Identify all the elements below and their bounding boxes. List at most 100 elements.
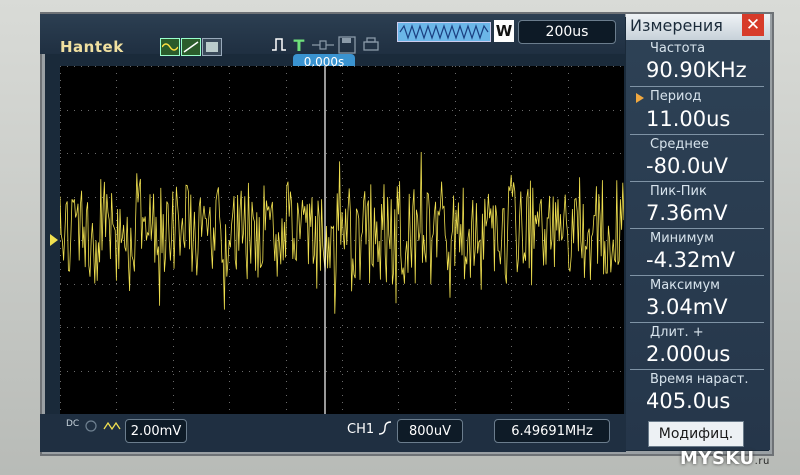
grid-dot (564, 153, 565, 154)
grid-dot (613, 197, 614, 198)
grid-dot (173, 346, 174, 347)
grid-dot (511, 318, 512, 319)
grid-dot (172, 284, 173, 285)
grid-dot (571, 371, 572, 372)
grid-dot (403, 197, 404, 198)
grid-dot (452, 110, 453, 111)
waveform-plot[interactable] (59, 66, 625, 415)
grid-dot (286, 367, 287, 368)
grid-dot (342, 304, 343, 305)
modify-button[interactable]: Модифиц. (648, 421, 744, 447)
grid-dot (455, 87, 456, 88)
record-overview-strip[interactable] (397, 22, 491, 42)
grid-dot (326, 153, 327, 154)
trigger-t-icon[interactable]: T (292, 36, 306, 55)
grid-dot (286, 73, 287, 74)
grid-dot (270, 66, 271, 67)
grid-dot (270, 284, 271, 285)
math-icon[interactable] (202, 38, 222, 56)
grid-dot (568, 304, 569, 305)
grid-dot (291, 284, 292, 285)
grid-dot (88, 197, 89, 198)
save-icon[interactable] (336, 34, 358, 56)
grid-dot (568, 367, 569, 368)
grid-dot (229, 262, 230, 263)
ch1-level-marker[interactable] (50, 234, 58, 246)
grid-dot (550, 371, 551, 372)
grid-dot (263, 66, 264, 67)
grid-dot (568, 220, 569, 221)
grid-dot (511, 381, 512, 382)
grid-dot (214, 327, 215, 328)
rising-edge-icon[interactable] (378, 420, 392, 436)
grid-dot (431, 66, 432, 67)
grid-dot (319, 284, 320, 285)
grid-dot (375, 327, 376, 328)
grid-dot (564, 66, 565, 67)
edge-glyph-icon (272, 38, 286, 51)
grid-dot (116, 220, 117, 221)
grid-dot (333, 197, 334, 198)
grid-dot (398, 381, 399, 382)
grid-dot (342, 143, 343, 144)
print-icon[interactable] (360, 34, 382, 56)
timebase-display[interactable]: 200us (518, 20, 616, 44)
grid-dot (81, 327, 82, 328)
grid-dot (398, 248, 399, 249)
grid-dot (508, 371, 509, 372)
measure-label-minimum: Минимум (650, 231, 714, 246)
grid-dot (398, 150, 399, 151)
grid-dot (229, 164, 230, 165)
grid-dot (144, 197, 145, 198)
grid-dot (60, 122, 61, 123)
volts-div-display[interactable]: 2.00mV (125, 419, 187, 443)
grid-dot (229, 213, 230, 214)
grid-dot (398, 402, 399, 403)
grid-dot (424, 327, 425, 328)
grid-dot (529, 66, 530, 67)
grid-dot (286, 122, 287, 123)
measure-value-mean: -80.0uV (646, 154, 729, 178)
grid-dot (284, 197, 285, 198)
trigger-level-display[interactable]: 800uV (397, 419, 463, 443)
grid-dot (354, 153, 355, 154)
grid-dot (172, 66, 173, 67)
channel-wave-icon[interactable] (160, 38, 180, 56)
grid-dot (342, 395, 343, 396)
grid-dot (568, 80, 569, 81)
grid-dot (410, 197, 411, 198)
grid-dot (102, 66, 103, 67)
grid-dot (173, 360, 174, 361)
grid-dot (508, 110, 509, 111)
grid-dot (342, 185, 343, 186)
grid-dot (438, 66, 439, 67)
grid-dot (193, 110, 194, 111)
grid-dot (242, 66, 243, 67)
grid-dot (487, 153, 488, 154)
grid-dot (116, 199, 117, 200)
grid-dot (207, 240, 208, 241)
disk-glyph-icon (338, 36, 356, 54)
grid-dot (151, 327, 152, 328)
grid-dot (312, 284, 313, 285)
grid-dot (455, 206, 456, 207)
close-button[interactable]: ✕ (742, 14, 764, 36)
grid-dot (396, 66, 397, 67)
grid-dot (564, 240, 565, 241)
grid-dot (455, 374, 456, 375)
grid-dot (286, 360, 287, 361)
grid-dot (193, 327, 194, 328)
channel-ramp-icon[interactable] (181, 38, 201, 56)
grid-dot (74, 153, 75, 154)
measure-value-period: 11.00us (646, 107, 731, 131)
trigger-edge-icon[interactable] (270, 36, 288, 54)
separator (630, 181, 764, 182)
grid-dot (480, 153, 481, 154)
grid-dot (342, 339, 343, 340)
grid-dot (95, 327, 96, 328)
grid-dot (511, 108, 512, 109)
grid-dot (564, 371, 565, 372)
grid-dot (186, 153, 187, 154)
grid-dot (578, 284, 579, 285)
grid-dot (410, 153, 411, 154)
